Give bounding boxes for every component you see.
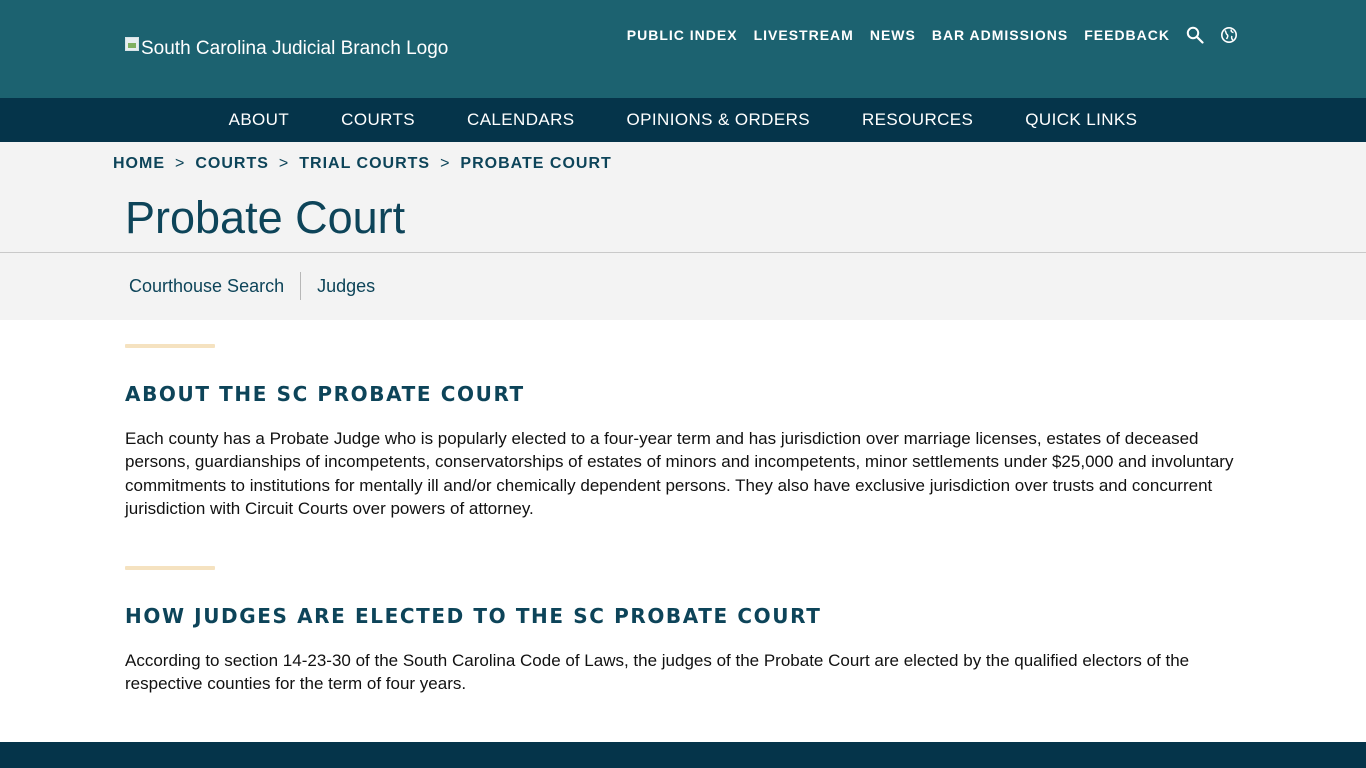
utility-link-public-index[interactable]: PUBLIC INDEX (627, 26, 738, 44)
site-header: South Carolina Judicial Branch Logo PUBL… (0, 0, 1366, 98)
site-footer (0, 742, 1366, 768)
main-nav: ABOUT COURTS CALENDARS OPINIONS & ORDERS… (0, 98, 1366, 142)
breadcrumb-probate-court[interactable]: PROBATE COURT (460, 155, 611, 173)
breadcrumb: HOME > COURTS > TRIAL COURTS > PROBATE C… (113, 154, 612, 174)
breadcrumb-separator: > (278, 155, 290, 172)
nav-item-opinions-orders[interactable]: OPINIONS & ORDERS (627, 110, 810, 130)
utility-link-bar-admissions[interactable]: BAR ADMISSIONS (932, 26, 1068, 44)
breadcrumb-separator: > (440, 155, 451, 172)
nav-item-courts[interactable]: COURTS (341, 110, 415, 130)
section-election: HOW JUDGES ARE ELECTED TO THE SC PROBATE… (125, 566, 1235, 696)
breadcrumb-courts[interactable]: COURTS (195, 155, 269, 173)
breadcrumb-trial-courts[interactable]: TRIAL COURTS (299, 155, 430, 173)
utility-nav: PUBLIC INDEX LIVESTREAM NEWS BAR ADMISSI… (611, 26, 1238, 44)
utility-link-livestream[interactable]: LIVESTREAM (754, 26, 854, 44)
nav-item-resources[interactable]: RESOURCES (862, 110, 973, 130)
site-logo[interactable]: South Carolina Judicial Branch Logo (125, 36, 448, 62)
breadcrumb-separator: > (175, 155, 186, 172)
nav-item-calendars[interactable]: CALENDARS (467, 110, 575, 130)
page-title: Probate Court (125, 192, 406, 243)
section-body: Each county has a Probate Judge who is p… (125, 429, 1234, 518)
nav-item-about[interactable]: ABOUT (229, 110, 290, 130)
breadcrumb-home[interactable]: HOME (113, 155, 165, 173)
section-heading: ABOUT THE SC PROBATE COURT (125, 382, 525, 406)
page-header: HOME > COURTS > TRIAL COURTS > PROBATE C… (0, 142, 1366, 253)
utility-link-feedback[interactable]: FEEDBACK (1084, 26, 1170, 44)
globe-icon[interactable] (1220, 26, 1238, 44)
section-accent-bar (125, 344, 215, 348)
search-icon[interactable] (1186, 26, 1204, 44)
section-heading: HOW JUDGES ARE ELECTED TO THE SC PROBATE… (125, 604, 822, 628)
subnav-courthouse-search[interactable]: Courthouse Search (113, 272, 300, 300)
section-about: ABOUT THE SC PROBATE COURT Each county h… (125, 344, 1235, 520)
section-body: According to section 14-23-30 of the Sou… (125, 651, 1190, 694)
logo-alt-text: South Carolina Judicial Branch Logo (141, 38, 449, 59)
utility-link-news[interactable]: NEWS (870, 26, 916, 44)
subnav-judges[interactable]: Judges (301, 272, 391, 300)
nav-item-quick-links[interactable]: QUICK LINKS (1025, 110, 1137, 130)
broken-image-icon (125, 37, 139, 51)
section-accent-bar (125, 566, 215, 570)
sub-nav: Courthouse Search Judges (0, 253, 1366, 320)
